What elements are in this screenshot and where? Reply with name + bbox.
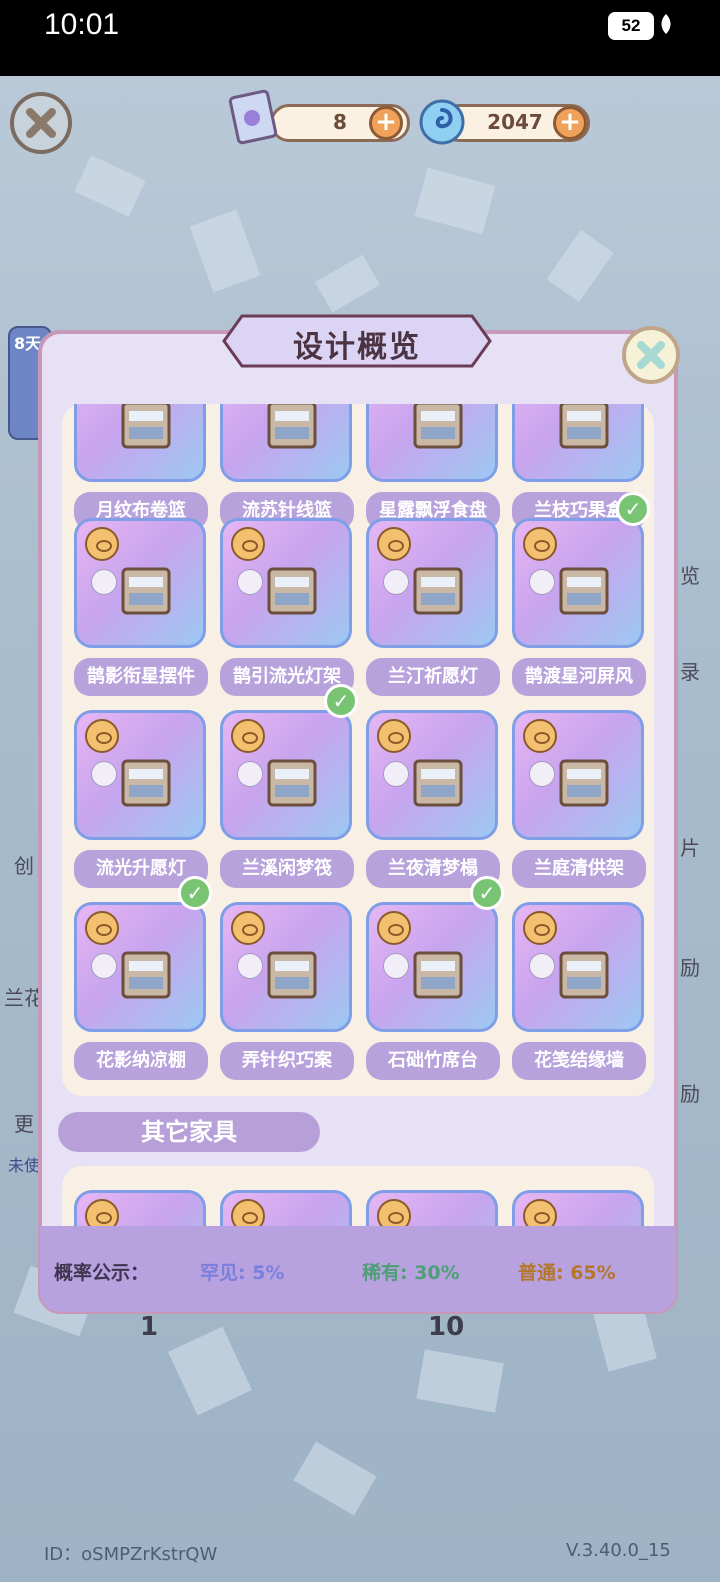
furniture-name: 弄针织巧案 xyxy=(220,1042,354,1080)
furniture-thumbnail[interactable] xyxy=(220,1190,352,1228)
close-icon xyxy=(637,341,665,369)
preview-eye-icon[interactable] xyxy=(377,1199,411,1228)
furniture-icon xyxy=(121,951,171,999)
furniture-icon xyxy=(267,404,317,449)
side-label: 录 xyxy=(680,660,700,684)
rare-rate: 罕见: 5% xyxy=(200,1262,285,1284)
furniture-thumbnail[interactable] xyxy=(512,518,644,648)
probability-bar: 概率公示： 罕见: 5% 稀有: 30% 普通: 65% xyxy=(40,1226,676,1312)
side-label: 未使 xyxy=(8,1156,41,1175)
furniture-icon xyxy=(559,951,609,999)
furniture-thumbnail[interactable] xyxy=(366,404,498,482)
furniture-icon xyxy=(559,567,609,615)
user-id: ID：oSMPZrKstrQW xyxy=(44,1544,218,1565)
furniture-name: 鹊影衔星摆件 xyxy=(74,658,208,696)
furniture-icon xyxy=(267,567,317,615)
battery-indicator: 52 xyxy=(608,12,654,40)
furniture-icon xyxy=(121,404,171,449)
side-label: 览 xyxy=(680,564,700,588)
close-icon xyxy=(26,108,56,138)
furniture-thumbnail[interactable] xyxy=(366,518,498,648)
furniture-thumbnail[interactable] xyxy=(366,1190,498,1228)
owned-check-icon: ✓ xyxy=(616,492,650,526)
furniture-thumbnail[interactable] xyxy=(220,710,352,840)
furniture-icon xyxy=(413,759,463,807)
swirl-gem-icon xyxy=(419,99,465,145)
furniture-thumbnail[interactable] xyxy=(512,404,644,482)
exit-button[interactable] xyxy=(10,92,72,154)
side-label: 片 xyxy=(680,836,700,860)
furniture-name: 花影纳凉棚 xyxy=(74,1042,208,1080)
owned-check-icon: ✓ xyxy=(178,876,212,910)
furniture-thumbnail[interactable] xyxy=(220,902,352,1032)
owned-check-icon: ✓ xyxy=(470,876,504,910)
furniture-name: 兰庭清供架 xyxy=(512,850,646,888)
furniture-thumbnail[interactable] xyxy=(366,710,498,840)
furniture-name: 花笺结缘墙 xyxy=(512,1042,646,1080)
draw-one-count: 1 xyxy=(140,1312,159,1342)
modal-title: 设计概览 xyxy=(293,330,421,365)
furniture-name: 兰溪闲梦筏 xyxy=(220,850,354,888)
modal-title-plate: 设计概览 xyxy=(222,312,492,370)
furniture-icon xyxy=(121,567,171,615)
preview-eye-icon[interactable] xyxy=(85,1199,119,1228)
furniture-icon xyxy=(413,404,463,449)
furniture-thumbnail[interactable] xyxy=(74,710,206,840)
leaf-icon xyxy=(661,14,671,34)
add-scroll-button[interactable]: + xyxy=(369,106,403,140)
furniture-thumbnail[interactable] xyxy=(512,902,644,1032)
preview-eye-icon[interactable] xyxy=(523,1199,557,1228)
preview-eye-icon[interactable] xyxy=(231,1199,265,1228)
furniture-icon xyxy=(121,759,171,807)
add-gem-button[interactable]: + xyxy=(553,106,587,140)
side-label: 更 xyxy=(14,1112,34,1136)
furniture-icon xyxy=(267,951,317,999)
furniture-thumbnail[interactable] xyxy=(220,518,352,648)
furniture-name: 兰汀祈愿灯 xyxy=(366,658,500,696)
furniture-icon xyxy=(413,567,463,615)
probability-label: 概率公示： xyxy=(54,1262,150,1284)
owned-check-icon: ✓ xyxy=(324,684,358,718)
furniture-thumbnail[interactable] xyxy=(74,518,206,648)
furniture-icon xyxy=(267,759,317,807)
other-furniture-header: 其它家具 xyxy=(58,1112,320,1152)
furniture-icon xyxy=(413,951,463,999)
furniture-name: 石础竹席台 xyxy=(366,1042,500,1080)
furniture-thumbnail[interactable] xyxy=(512,710,644,840)
furniture-icon xyxy=(559,759,609,807)
common-rate: 普通: 65% xyxy=(518,1262,616,1284)
scroll-icon xyxy=(228,89,278,145)
furniture-thumbnail[interactable] xyxy=(512,1190,644,1228)
version-label: V.3.40.0_15 xyxy=(566,1540,671,1561)
uncommon-rate: 稀有: 30% xyxy=(362,1262,460,1284)
side-label: 励 xyxy=(680,1082,700,1106)
furniture-thumbnail[interactable] xyxy=(366,902,498,1032)
furniture-icon xyxy=(559,404,609,449)
furniture-thumbnail[interactable] xyxy=(74,902,206,1032)
modal-close-button[interactable] xyxy=(622,326,680,384)
clock: 10:01 xyxy=(44,8,120,41)
scroll-currency: 8 + xyxy=(270,104,410,142)
furniture-name: 鹊渡星河屏风 xyxy=(512,658,646,696)
draw-ten-count: 10 xyxy=(428,1312,465,1342)
furniture-thumbnail[interactable] xyxy=(74,404,206,482)
furniture-thumbnail[interactable] xyxy=(220,404,352,482)
furniture-grid[interactable]: 月纹布卷篮流苏针线篮✓星露飘浮食盘兰枝巧果盒鹊影衔星摆件鹊引流光灯架兰汀祈愿灯鹊… xyxy=(62,404,656,1228)
status-bar: 10:01 52 xyxy=(0,0,720,76)
side-label: 励 xyxy=(680,956,700,980)
furniture-thumbnail[interactable] xyxy=(74,1190,206,1228)
side-label: 创 xyxy=(14,854,34,878)
